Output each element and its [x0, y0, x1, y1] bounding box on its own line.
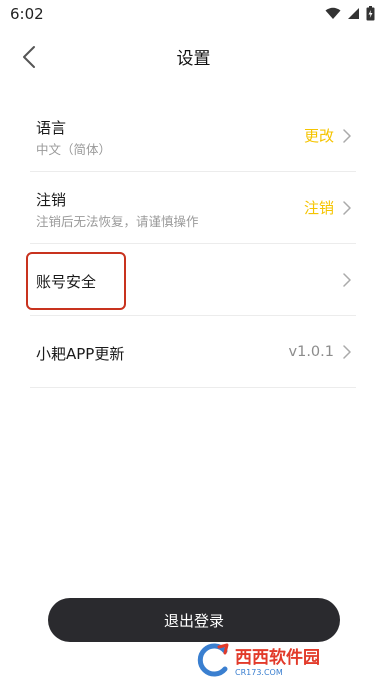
battery-icon [366, 6, 375, 21]
settings-list: 语言 中文（简体） 更改 注销 注销后无法恢复，请谨慎操作 注销 账号安全 小耙… [26, 100, 356, 388]
watermark: 西西软件园 CR173.COM [195, 640, 373, 680]
deactivate-button[interactable]: 注销 [304, 197, 334, 218]
nav-bar: 设置 [0, 34, 387, 78]
language-right: 更改 [304, 100, 352, 171]
account-security-row[interactable]: 账号安全 [26, 244, 356, 316]
logout-button[interactable]: 退出登录 [48, 598, 340, 642]
app-update-row[interactable]: 小耙APP更新 v1.0.1 [30, 316, 356, 388]
chevron-right-icon [343, 272, 351, 287]
watermark-text-group: 西西软件园 CR173.COM [235, 643, 320, 677]
status-bar: 6:02 [0, 0, 387, 28]
change-language-button[interactable]: 更改 [304, 125, 334, 146]
wifi-icon [325, 7, 341, 19]
watermark-logo-icon [197, 643, 229, 677]
account-security-right [342, 244, 352, 315]
signal-icon [348, 8, 359, 19]
language-subtitle: 中文（简体） [36, 142, 112, 157]
chevron-right-icon [343, 200, 351, 215]
app-update-right: v1.0.1 [289, 316, 352, 387]
status-time: 6:02 [10, 5, 44, 23]
account-security-title: 账号安全 [36, 273, 97, 291]
chevron-right-icon [343, 344, 351, 359]
language-row[interactable]: 语言 中文（简体） 更改 [30, 100, 356, 172]
chevron-right-icon [343, 128, 351, 143]
deactivate-right: 注销 [304, 172, 352, 243]
page-title: 设置 [176, 49, 211, 69]
app-version: v1.0.1 [288, 343, 334, 360]
watermark-text: 西西软件园 [235, 648, 320, 668]
language-title: 语言 [36, 119, 67, 137]
deactivate-row[interactable]: 注销 注销后无法恢复，请谨慎操作 注销 [30, 172, 356, 244]
deactivate-title: 注销 [36, 191, 67, 209]
app-update-title: 小耙APP更新 [36, 345, 125, 363]
deactivate-subtitle: 注销后无法恢复，请谨慎操作 [36, 214, 199, 229]
status-icons [325, 6, 375, 21]
watermark-sub: CR173.COM [235, 668, 283, 677]
